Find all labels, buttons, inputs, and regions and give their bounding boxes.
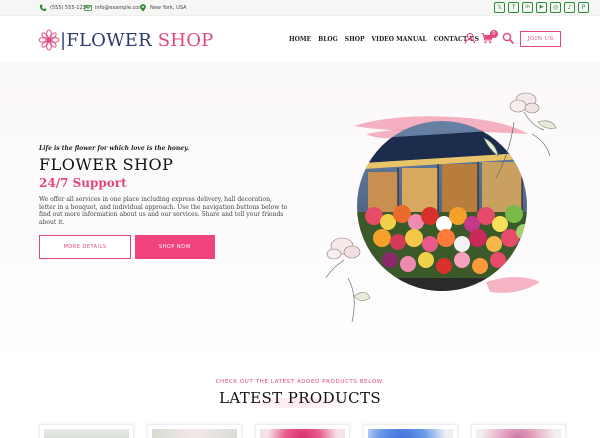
x-icon[interactable]: 𝕏 [494, 2, 505, 13]
product-image [368, 429, 453, 438]
instagram-icon[interactable]: ◎ [550, 2, 561, 13]
product-image [260, 429, 345, 438]
envelope-icon [84, 4, 92, 12]
logo-word-flower: |FLOWER [60, 29, 152, 51]
latest-products-eyebrow: CHECK OUT THE LATEST ADDED PRODUCTS BELO… [215, 379, 385, 385]
nav-video-manual[interactable]: VIDEO MANUAL [372, 36, 427, 43]
tiktok-icon[interactable]: ♪ [564, 2, 575, 13]
logo-text: |FLOWER SHOP [60, 30, 213, 51]
email-contact[interactable]: info@example.com [84, 3, 143, 13]
user-icon[interactable] [464, 32, 476, 44]
logo-word-shop: SHOP [151, 29, 214, 51]
hero-tagline: Life is the flower for which love is the… [39, 145, 190, 152]
hero-description: We offer all services in one place inclu… [39, 196, 288, 226]
product-card[interactable] [147, 424, 242, 438]
shop-now-button[interactable]: SHOP NOW [135, 235, 215, 259]
hero-title: FLOWER SHOP [39, 155, 174, 174]
product-image [476, 429, 561, 438]
product-card[interactable] [471, 424, 566, 438]
latest-products-title: LATEST PRODUCTS [218, 389, 382, 407]
youtube-icon[interactable]: ▶ [536, 2, 547, 13]
product-image [152, 429, 237, 438]
product-cards [39, 424, 566, 438]
social-links: 𝕏 f in ▶ ◎ ♪ P [494, 2, 589, 13]
search-icon[interactable] [502, 32, 514, 44]
facebook-icon[interactable]: f [508, 2, 519, 13]
pinterest-icon[interactable]: P [578, 2, 589, 13]
location-text: New York, USA [150, 5, 187, 11]
flower-logo-icon [38, 29, 60, 51]
main-nav: HOME BLOG SHOP VIDEO MANUAL CONTACT US [289, 36, 479, 43]
product-card[interactable] [255, 424, 350, 438]
nav-shop[interactable]: SHOP [345, 36, 365, 43]
map-pin-icon [139, 4, 147, 12]
product-card[interactable] [39, 424, 134, 438]
nav-blog[interactable]: BLOG [318, 36, 338, 43]
hero-flower-shop-image [325, 92, 557, 323]
join-us-button[interactable]: JOIN US [520, 31, 561, 47]
site-logo[interactable]: |FLOWER SHOP [38, 27, 213, 53]
linkedin-icon[interactable]: in [522, 2, 533, 13]
phone-icon [39, 4, 47, 12]
nav-home[interactable]: HOME [289, 36, 311, 43]
hero-subtitle: 24/7 Support [39, 176, 127, 190]
email-address: info@example.com [95, 5, 144, 11]
location-contact: New York, USA [139, 3, 186, 13]
product-card[interactable] [363, 424, 458, 438]
top-bar: (555) 555-1234 info@example.com New York… [0, 0, 600, 16]
more-details-button[interactable]: MORE DETAILS [39, 235, 131, 259]
cart-count-badge: 0 [490, 30, 498, 38]
site-header: |FLOWER SHOP HOME BLOG SHOP VIDEO MANUAL… [0, 17, 600, 62]
product-image [44, 429, 129, 438]
phone-contact[interactable]: (555) 555-1234 [39, 3, 89, 13]
